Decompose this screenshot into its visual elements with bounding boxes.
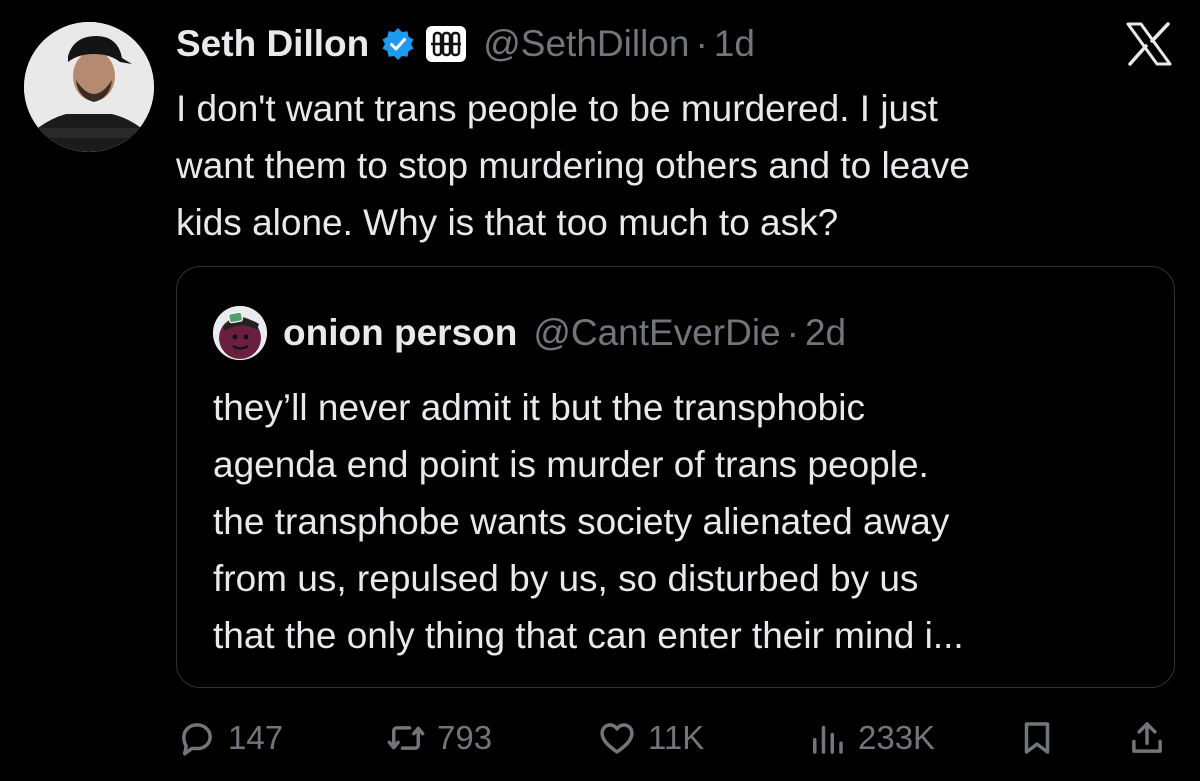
author-name[interactable]: Seth Dillon	[176, 23, 369, 65]
reply-icon	[182, 723, 212, 756]
like-button[interactable]: 11K	[596, 710, 704, 766]
share-icon	[1132, 722, 1162, 753]
bookmark-button[interactable]	[1016, 710, 1058, 766]
tweet-text: I don't want trans people to be murdered…	[176, 80, 1166, 251]
tweet-text-line: kids alone. Why is that too much to ask?	[176, 202, 839, 243]
quoted-tweet-header: onion person @CantEverDie · 2d	[213, 306, 847, 360]
quoted-author-name: onion person	[283, 312, 518, 353]
reply-button[interactable]: 147	[176, 710, 283, 766]
separator-dot: ·	[695, 23, 708, 64]
repost-button[interactable]: 793	[385, 710, 492, 766]
quoted-text-line: agenda end point is murder of trans peop…	[213, 444, 929, 485]
quoted-text-line: they’ll never admit it but the transphob…	[213, 387, 865, 428]
quoted-tweet-timestamp: 2d	[804, 312, 847, 353]
repost-icon	[387, 726, 425, 750]
quoted-text-line: the transphobe wants society alienated a…	[213, 501, 950, 542]
views-icon	[813, 725, 843, 754]
quoted-text-line: from us, repulsed by us, so disturbed by…	[213, 558, 919, 599]
repost-count: 793	[437, 719, 493, 756]
views-button[interactable]: 233K	[806, 710, 935, 766]
bookmark-icon	[1024, 722, 1050, 754]
tweet-timestamp[interactable]: 1d	[714, 23, 755, 65]
author-avatar-image	[24, 22, 154, 152]
x-logo-icon	[1125, 22, 1173, 66]
quoted-author-handle: @CantEverDie	[533, 312, 781, 353]
separator-dot: ·	[786, 312, 799, 353]
heart-icon	[600, 723, 634, 754]
tweet-text-line: want them to stop murdering others and t…	[176, 145, 970, 186]
author-handle[interactable]: @SethDillon	[483, 23, 689, 65]
tweet-text-line: I don't want trans people to be murdered…	[176, 88, 938, 129]
reply-count: 147	[228, 719, 284, 756]
tweet-action-bar: 147 793 11K 233K	[176, 710, 1176, 766]
view-count: 233K	[858, 719, 936, 756]
share-button[interactable]	[1126, 710, 1168, 766]
tweet-header: Seth Dillon @SethDillon · 1d	[176, 16, 755, 72]
quoted-author-avatar	[213, 306, 267, 360]
like-count: 11K	[648, 719, 705, 756]
verified-badge-icon	[381, 27, 415, 61]
babylon-bee-affiliate-icon[interactable]	[425, 25, 467, 63]
quoted-text-line: that the only thing that can enter their…	[213, 615, 964, 656]
quoted-tweet-card[interactable]: onion person @CantEverDie · 2d they’ll n…	[176, 266, 1175, 688]
author-avatar[interactable]	[24, 22, 154, 152]
quoted-tweet-text: they’ll never admit it but the transphob…	[213, 379, 1153, 664]
